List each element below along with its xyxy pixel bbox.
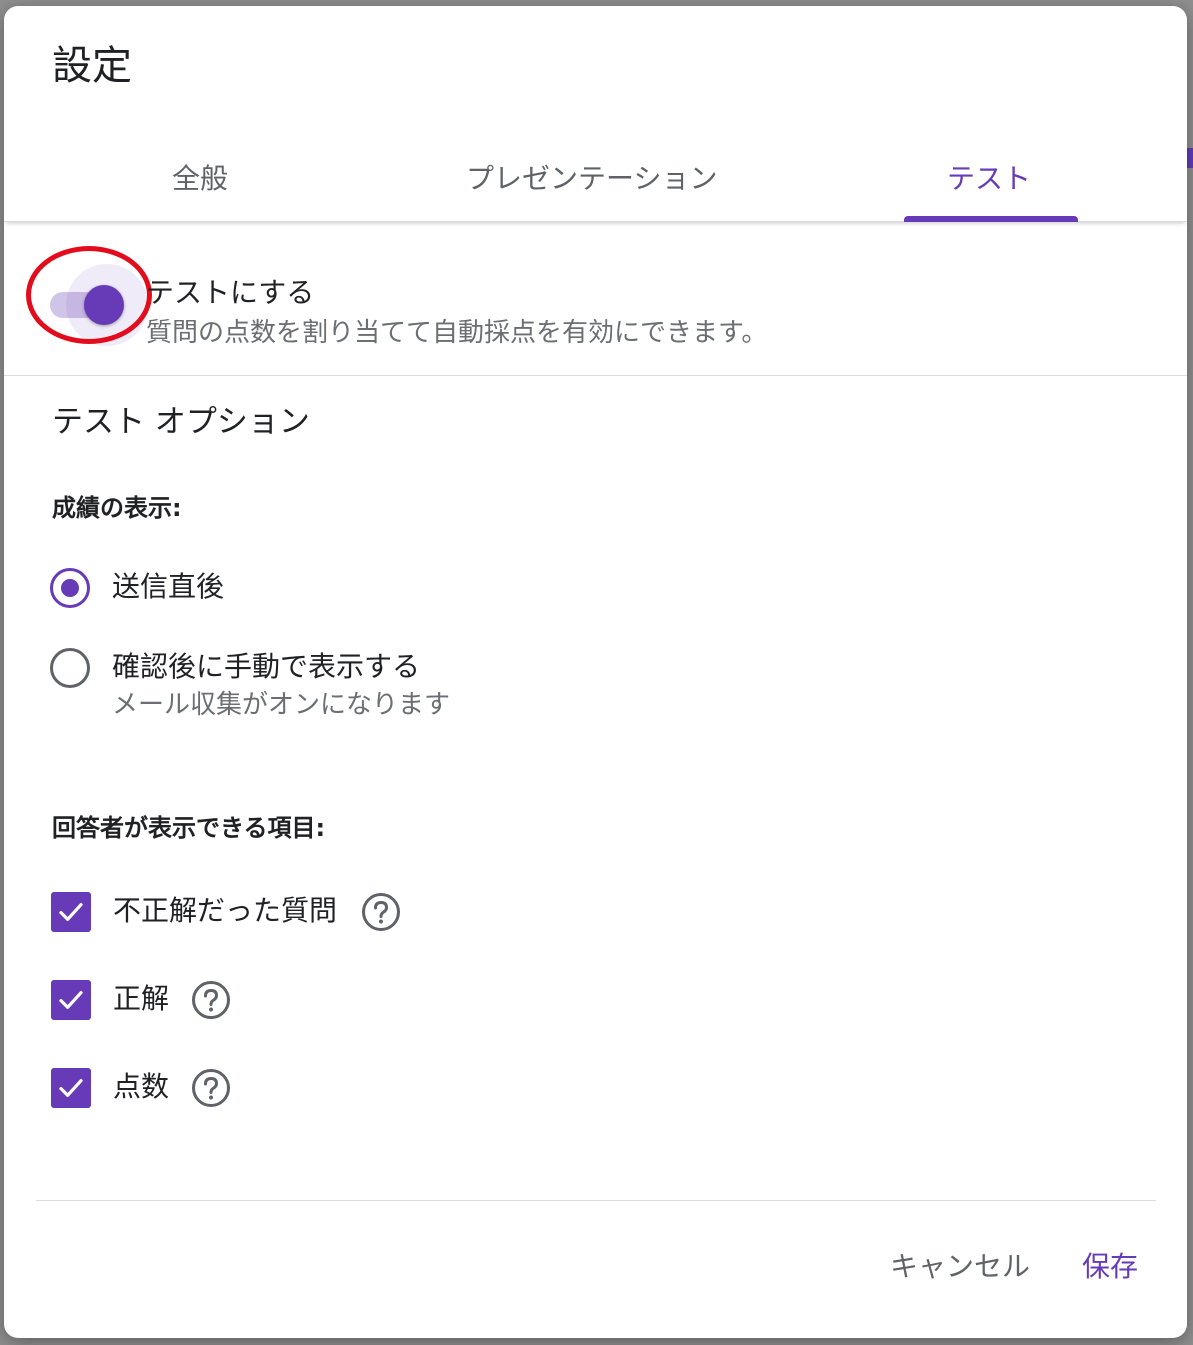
correct-answers-label: 正解 [113, 982, 170, 1015]
checkmark-icon [59, 991, 83, 1009]
tab-presentation[interactable]: プレゼンテーション [466, 162, 717, 196]
dialog-title: 設定 [52, 43, 132, 89]
release-manually-note: メール収集がオンになります [112, 690, 451, 720]
release-manually-label: 確認後に手動で表示する [112, 650, 421, 683]
missed-questions-checkbox[interactable] [51, 892, 91, 932]
checkmark-icon [59, 903, 83, 921]
active-tab-indicator [904, 216, 1078, 222]
footer-divider [36, 1200, 1156, 1201]
settings-dialog: 設定 全般 プレゼンテーション テスト テストにする 質問の点数を割り当てて自動… [4, 6, 1187, 1338]
help-circle-icon[interactable] [361, 892, 401, 932]
point-values-checkbox[interactable] [51, 1068, 91, 1108]
point-values-label: 点数 [113, 1070, 170, 1103]
missed-questions-label: 不正解だった質問 [113, 894, 338, 927]
release-grade-label: 成績の表示: [52, 494, 182, 522]
release-immediately-label: 送信直後 [112, 570, 225, 603]
release-immediately-radio[interactable] [50, 568, 90, 608]
make-quiz-description: 質問の点数を割り当てて自動採点を有効にできます。 [146, 318, 768, 348]
checkmark-icon [59, 1079, 83, 1097]
quiz-toggle-section: テストにする 質問の点数を割り当てて自動採点を有効にできます。 [4, 224, 1187, 376]
quiz-options-title: テスト オプション [52, 404, 310, 440]
help-circle-icon[interactable] [191, 980, 231, 1020]
make-quiz-label: テストにする [146, 276, 315, 309]
tab-general[interactable]: 全般 [172, 162, 228, 196]
help-circle-icon[interactable] [191, 1068, 231, 1108]
tab-test[interactable]: テスト [947, 162, 1031, 196]
respondent-can-see-label: 回答者が表示できる項目: [52, 814, 326, 842]
backdrop-accent-sliver [1187, 148, 1193, 168]
annotation-highlight-circle [26, 246, 152, 344]
correct-answers-checkbox[interactable] [51, 980, 91, 1020]
cancel-button[interactable]: キャンセル [890, 1250, 1030, 1284]
settings-tabs: 全般 プレゼンテーション テスト [4, 126, 1187, 222]
save-button[interactable]: 保存 [1082, 1250, 1138, 1284]
release-manually-radio[interactable] [50, 648, 90, 688]
